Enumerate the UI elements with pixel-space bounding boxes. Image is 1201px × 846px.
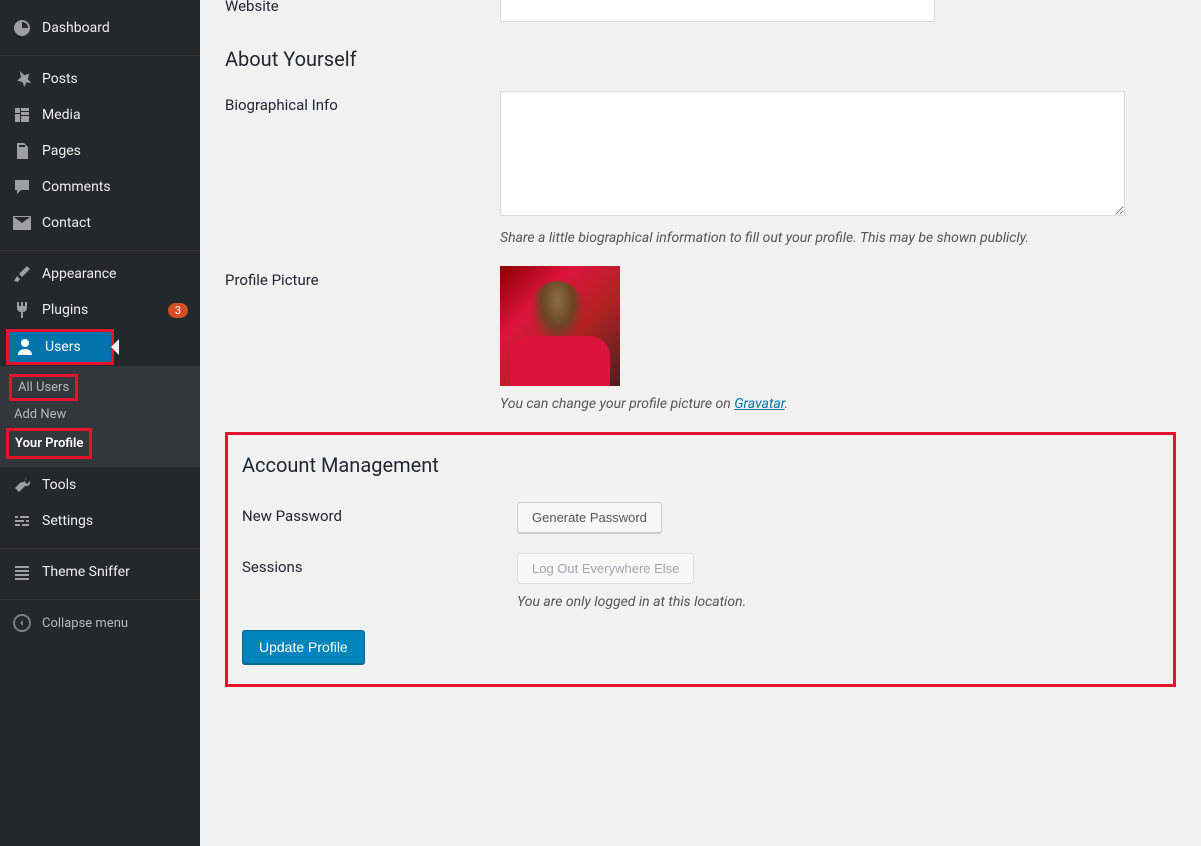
wrench-icon: [12, 475, 32, 495]
collapse-menu[interactable]: Collapse menu: [0, 605, 200, 641]
sidebar-item-label: Users: [45, 339, 105, 355]
sidebar-item-label: Settings: [42, 513, 188, 529]
submenu-your-profile[interactable]: Your Profile: [6, 428, 92, 459]
avatar-label: Profile Picture: [225, 266, 500, 289]
sidebar-item-label: Dashboard: [42, 20, 188, 36]
sidebar-item-label: Posts: [42, 71, 188, 87]
bio-textarea[interactable]: [500, 91, 1125, 216]
pages-icon: [12, 141, 32, 161]
sidebar-item-media[interactable]: Media: [0, 97, 200, 133]
generate-password-button[interactable]: Generate Password: [517, 502, 662, 533]
bio-description: Share a little biographical information …: [500, 230, 1176, 246]
bio-label: Biographical Info: [225, 91, 500, 114]
sliders-icon: [12, 511, 32, 531]
comment-icon: [12, 177, 32, 197]
sessions-description: You are only logged in at this location.: [517, 594, 1159, 610]
password-label: New Password: [242, 502, 517, 525]
sidebar-item-settings[interactable]: Settings: [0, 503, 200, 539]
envelope-icon: [12, 213, 32, 233]
about-heading: About Yourself: [225, 47, 1176, 71]
avatar: [500, 266, 620, 386]
plug-icon: [12, 300, 32, 320]
logout-everywhere-button: Log Out Everywhere Else: [517, 553, 694, 584]
avatar-description: You can change your profile picture on G…: [500, 396, 1176, 412]
sidebar-item-appearance[interactable]: Appearance: [0, 256, 200, 292]
sidebar-item-label: Appearance: [42, 266, 188, 282]
profile-content: Website About Yourself Biographical Info…: [200, 0, 1201, 846]
sidebar-item-label: Comments: [42, 179, 188, 195]
sidebar-item-plugins[interactable]: Plugins 3: [0, 292, 200, 328]
website-input[interactable]: [500, 0, 935, 22]
account-heading: Account Management: [242, 453, 1159, 477]
dashboard-icon: [12, 18, 32, 38]
user-icon: [15, 337, 35, 357]
submenu-all-users[interactable]: All Users: [9, 374, 78, 401]
website-label: Website: [225, 0, 500, 15]
sidebar-item-theme-sniffer[interactable]: Theme Sniffer: [0, 554, 200, 590]
sidebar-item-pages[interactable]: Pages: [0, 133, 200, 169]
sidebar-submenu: All Users Add New Your Profile: [0, 366, 200, 467]
sessions-label: Sessions: [242, 553, 517, 576]
brush-icon: [12, 264, 32, 284]
gravatar-link[interactable]: Gravatar: [734, 396, 784, 412]
sidebar-item-label: Theme Sniffer: [42, 564, 188, 580]
plugins-badge: 3: [168, 303, 188, 318]
sidebar-item-posts[interactable]: Posts: [0, 61, 200, 97]
submenu-add-new[interactable]: Add New: [0, 401, 200, 428]
update-profile-button[interactable]: Update Profile: [242, 630, 365, 664]
pin-icon: [12, 69, 32, 89]
sidebar-item-tools[interactable]: Tools: [0, 467, 200, 503]
sidebar-item-label: Pages: [42, 143, 188, 159]
collapse-icon: [12, 613, 32, 633]
sidebar-item-contact[interactable]: Contact: [0, 205, 200, 241]
admin-sidebar: Dashboard Posts Media Pages Comments Con…: [0, 0, 200, 846]
collapse-label: Collapse menu: [42, 616, 128, 631]
sidebar-item-label: Plugins: [42, 302, 164, 318]
list-icon: [12, 562, 32, 582]
sidebar-item-dashboard[interactable]: Dashboard: [0, 10, 200, 46]
account-management-section: Account Management New Password Generate…: [225, 432, 1176, 687]
sidebar-item-users[interactable]: Users: [6, 329, 114, 365]
sidebar-item-label: Media: [42, 107, 188, 123]
media-icon: [12, 105, 32, 125]
sidebar-item-label: Contact: [42, 215, 188, 231]
sidebar-item-comments[interactable]: Comments: [0, 169, 200, 205]
sidebar-item-label: Tools: [42, 477, 188, 493]
